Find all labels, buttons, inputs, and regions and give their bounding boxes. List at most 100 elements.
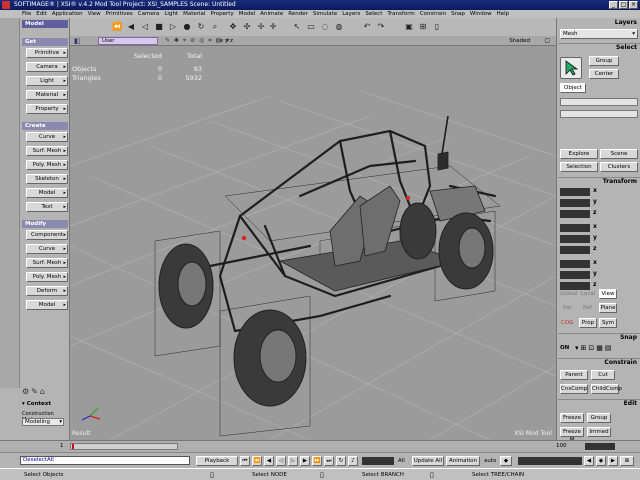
- menu-file[interactable]: File: [22, 10, 31, 18]
- prev-key-icon[interactable]: ⏪: [252, 456, 262, 466]
- create-surf-mesh-button[interactable]: Surf. Mesh ▸: [26, 146, 68, 156]
- select-selection-button[interactable]: Selection: [560, 162, 598, 172]
- menu-edit[interactable]: Edit: [36, 10, 47, 18]
- layout-tall-icon[interactable]: ▯: [432, 22, 442, 32]
- scale-y-field[interactable]: [560, 199, 590, 207]
- prev-frame-icon[interactable]: ◀: [126, 22, 136, 32]
- anim-prev-icon[interactable]: ◀: [584, 456, 594, 466]
- modify-component-button[interactable]: Component ▸: [26, 230, 68, 240]
- playback-all-label[interactable]: All: [398, 457, 405, 465]
- menu-primitives[interactable]: Primitives: [106, 10, 133, 18]
- construction-mode-select[interactable]: Modeling ▾: [22, 418, 64, 426]
- snap-on-toggle[interactable]: ON: [560, 345, 569, 351]
- translate-z-field[interactable]: [560, 282, 590, 290]
- edit-immed-button[interactable]: Immed: [587, 427, 611, 437]
- select-filter-field[interactable]: [560, 98, 638, 106]
- keyframe-icon[interactable]: ◆: [500, 456, 512, 466]
- menu-application[interactable]: Application: [52, 10, 83, 18]
- select-tool-button[interactable]: [560, 57, 582, 79]
- last-frame-icon[interactable]: ⏭: [324, 456, 334, 466]
- menu-window[interactable]: Window: [470, 10, 492, 18]
- menu-simulate[interactable]: Simulate: [313, 10, 337, 18]
- ref-local-toggle[interactable]: Local: [581, 291, 595, 297]
- play-reverse-icon[interactable]: ◁: [276, 456, 286, 466]
- snap-icons[interactable]: ▾⊞⊡▦▤: [575, 344, 613, 352]
- select-explore-button[interactable]: Explore: [560, 149, 598, 159]
- translate-x-field[interactable]: [560, 260, 590, 268]
- timeline-slider[interactable]: [70, 443, 178, 450]
- close-button[interactable]: ×: [629, 1, 638, 9]
- get-primitive-button[interactable]: Primitive ▸: [26, 48, 68, 58]
- menu-transform[interactable]: Transform: [387, 10, 414, 18]
- create-poly-mesh-button[interactable]: Poly. Mesh ▸: [26, 160, 68, 170]
- play-forward-icon[interactable]: ▷: [288, 456, 298, 466]
- orbit-icon[interactable]: ✛: [268, 22, 278, 32]
- prev-frame-button-icon[interactable]: ◀: [264, 456, 274, 466]
- get-section-header[interactable]: Get: [22, 38, 68, 46]
- create-skeleton-button[interactable]: Skeleton ▸: [26, 174, 68, 184]
- auto-key-label[interactable]: auto: [484, 457, 496, 465]
- model-module-header[interactable]: Model: [22, 20, 68, 28]
- rotate-x-field[interactable]: [560, 224, 590, 232]
- menu-select[interactable]: Select: [365, 10, 382, 18]
- menu-animate[interactable]: Animate: [260, 10, 283, 18]
- select-lasso-icon[interactable]: ◌: [320, 22, 330, 32]
- transform-sym-button[interactable]: Sym: [599, 318, 617, 328]
- select-scene-button[interactable]: Scene: [600, 149, 638, 159]
- loop-playback-icon[interactable]: ↻: [336, 456, 346, 466]
- viewport-3d[interactable]: Selected Total Objects 0 83 Triangles 0 …: [70, 46, 556, 440]
- edit-group-button[interactable]: Group: [587, 413, 611, 423]
- constrain-cut-button[interactable]: Cut: [591, 370, 615, 380]
- select-arrow-icon[interactable]: ↖: [292, 22, 302, 32]
- get-camera-button[interactable]: Camera ▸: [26, 62, 68, 72]
- playback-speed-field[interactable]: [362, 457, 394, 465]
- viewport-maximize-icon[interactable]: ▢: [544, 36, 550, 46]
- get-material-button[interactable]: Material ▸: [26, 90, 68, 100]
- lock-icon[interactable]: ⊠: [620, 456, 634, 466]
- modify-curve-button[interactable]: Curve ▸: [26, 244, 68, 254]
- select-paint-icon[interactable]: ◍: [334, 22, 344, 32]
- menu-layers[interactable]: Layers: [342, 10, 360, 18]
- menu-property[interactable]: Property: [210, 10, 233, 18]
- play-back-icon[interactable]: ◁: [140, 22, 150, 32]
- ref-global-toggle[interactable]: Global: [560, 291, 578, 297]
- menu-model[interactable]: Model: [239, 10, 256, 18]
- rotate-y-field[interactable]: [560, 235, 590, 243]
- animation-menu-button[interactable]: Animation: [446, 456, 480, 466]
- menu-camera[interactable]: Camera: [138, 10, 160, 18]
- modify-surf-mesh-button[interactable]: Surf. Mesh ▸: [26, 258, 68, 268]
- record-icon[interactable]: ●: [182, 22, 192, 32]
- next-key-icon[interactable]: ⏩: [312, 456, 322, 466]
- rotate-z-field[interactable]: [560, 246, 590, 254]
- create-curve-button[interactable]: Curve ▸: [26, 132, 68, 142]
- select-name-field[interactable]: [560, 110, 638, 118]
- select-rect-icon[interactable]: ▭: [306, 22, 316, 32]
- layer-select[interactable]: Mesh ▾: [560, 29, 638, 39]
- animation-value-field[interactable]: [518, 457, 582, 465]
- edit-freeze-m-button[interactable]: Freeze M: [560, 427, 584, 443]
- scale-z-field[interactable]: [560, 210, 590, 218]
- minimize-button[interactable]: _: [609, 1, 618, 9]
- edit-freeze-button[interactable]: Freeze: [560, 413, 584, 423]
- first-frame-icon[interactable]: ⏮: [240, 456, 250, 466]
- rewind-icon[interactable]: ⏪: [112, 22, 122, 32]
- modify-section-header[interactable]: Modify: [22, 220, 68, 228]
- loop-icon[interactable]: ↻: [196, 22, 206, 32]
- context-header[interactable]: ▾ Context: [22, 400, 68, 408]
- ref-par-toggle[interactable]: Par: [563, 305, 572, 311]
- constrain-cnscomp-button[interactable]: CnsComp: [560, 384, 588, 394]
- select-center-button[interactable]: Center: [589, 69, 619, 79]
- get-light-button[interactable]: Light ▸: [26, 76, 68, 86]
- cog-toggle[interactable]: COG: [561, 320, 573, 326]
- audio-icon[interactable]: ♪: [348, 456, 358, 466]
- menu-snap[interactable]: Snap: [451, 10, 465, 18]
- menu-constrain[interactable]: Constrain: [420, 10, 446, 18]
- modify-poly-mesh-button[interactable]: Poly. Mesh ▸: [26, 272, 68, 282]
- select-group-button[interactable]: Group: [589, 56, 619, 66]
- stop-icon[interactable]: ■: [154, 22, 164, 32]
- playback-menu-button[interactable]: Playback: [196, 456, 238, 466]
- constrain-childcomp-button[interactable]: ChildComp: [591, 384, 622, 394]
- menu-render[interactable]: Render: [288, 10, 308, 18]
- select-object-button[interactable]: Object: [560, 83, 586, 93]
- layout-single-icon[interactable]: ▣: [404, 22, 414, 32]
